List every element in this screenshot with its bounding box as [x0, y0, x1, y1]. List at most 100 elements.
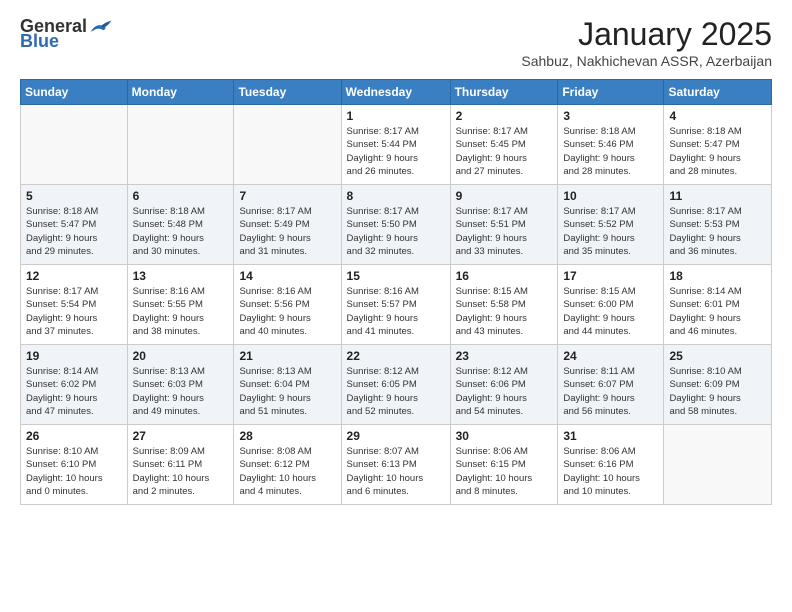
calendar-cell: 21 Sunrise: 8:13 AM Sunset: 6:04 PM Dayli…: [234, 345, 341, 425]
calendar-cell: 10 Sunrise: 8:17 AM Sunset: 5:52 PM Dayli…: [558, 185, 664, 265]
day-info: Sunrise: 8:12 AM Sunset: 6:06 PM Dayligh…: [456, 365, 553, 418]
day-number: 7: [239, 189, 335, 203]
calendar-cell: 1 Sunrise: 8:17 AM Sunset: 5:44 PM Daylig…: [341, 105, 450, 185]
weekday-header-thursday: Thursday: [450, 80, 558, 105]
calendar-cell: 6Sunrise: 8:18 AM Sunset: 5:48 PM Daylig…: [127, 185, 234, 265]
calendar-cell: 18Sunrise: 8:14 AM Sunset: 6:01 PM Dayli…: [664, 265, 772, 345]
calendar-cell: 8Sunrise: 8:17 AM Sunset: 5:50 PM Daylig…: [341, 185, 450, 265]
calendar-cell: 17Sunrise: 8:15 AM Sunset: 6:00 PM Dayli…: [558, 265, 664, 345]
day-info: Sunrise: 8:08 AM Sunset: 6:12 PM Dayligh…: [239, 445, 335, 498]
day-number: 1: [347, 109, 445, 123]
calendar-cell: 20 Sunrise: 8:13 AM Sunset: 6:03 PM Dayli…: [127, 345, 234, 425]
day-number: 10: [563, 189, 658, 203]
calendar-cell: 13 Sunrise: 8:16 AM Sunset: 5:55 PM Dayli…: [127, 265, 234, 345]
calendar-cell: [664, 425, 772, 505]
calendar-cell: 12 Sunrise: 8:17 AM Sunset: 5:54 PM Dayli…: [21, 265, 128, 345]
header: General Blue January 2025 Sahbuz, Nakhic…: [20, 16, 772, 69]
day-info: Sunrise: 8:16 AM Sunset: 5:56 PM Dayligh…: [239, 285, 335, 338]
day-info: Sunrise: 8:07 AM Sunset: 6:13 PM Dayligh…: [347, 445, 445, 498]
day-number: 15: [347, 269, 445, 283]
day-info: Sunrise: 8:11 AM Sunset: 6:07 PM Dayligh…: [563, 365, 658, 418]
weekday-header-sunday: Sunday: [21, 80, 128, 105]
day-number: 22: [347, 349, 445, 363]
day-info: Sunrise: 8:14 AM Sunset: 6:02 PM Dayligh…: [26, 365, 122, 418]
logo: General Blue: [20, 16, 113, 52]
day-number: 26: [26, 429, 122, 443]
day-info: Sunrise: 8:10 AM Sunset: 6:09 PM Dayligh…: [669, 365, 766, 418]
day-info: Sunrise: 8:17 AM Sunset: 5:53 PM Dayligh…: [669, 205, 766, 258]
page: General Blue January 2025 Sahbuz, Nakhic…: [0, 0, 792, 612]
calendar-cell: 29Sunrise: 8:07 AM Sunset: 6:13 PM Dayli…: [341, 425, 450, 505]
calendar-header-row: SundayMondayTuesdayWednesdayThursdayFrid…: [21, 80, 772, 105]
calendar-cell: 26Sunrise: 8:10 AM Sunset: 6:10 PM Dayli…: [21, 425, 128, 505]
day-info: Sunrise: 8:13 AM Sunset: 6:04 PM Dayligh…: [239, 365, 335, 418]
calendar-cell: 11 Sunrise: 8:17 AM Sunset: 5:53 PM Dayli…: [664, 185, 772, 265]
calendar-cell: 3 Sunrise: 8:18 AM Sunset: 5:46 PM Daylig…: [558, 105, 664, 185]
calendar-cell: 9 Sunrise: 8:17 AM Sunset: 5:51 PM Daylig…: [450, 185, 558, 265]
day-number: 13: [133, 269, 229, 283]
day-info: Sunrise: 8:17 AM Sunset: 5:51 PM Dayligh…: [456, 205, 553, 258]
calendar-week-row: 26Sunrise: 8:10 AM Sunset: 6:10 PM Dayli…: [21, 425, 772, 505]
calendar-cell: 16Sunrise: 8:15 AM Sunset: 5:58 PM Dayli…: [450, 265, 558, 345]
calendar-cell: 14 Sunrise: 8:16 AM Sunset: 5:56 PM Dayli…: [234, 265, 341, 345]
day-number: 3: [563, 109, 658, 123]
calendar-cell: 22 Sunrise: 8:12 AM Sunset: 6:05 PM Dayli…: [341, 345, 450, 425]
day-number: 20: [133, 349, 229, 363]
day-info: Sunrise: 8:16 AM Sunset: 5:55 PM Dayligh…: [133, 285, 229, 338]
day-info: Sunrise: 8:09 AM Sunset: 6:11 PM Dayligh…: [133, 445, 229, 498]
day-info: Sunrise: 8:18 AM Sunset: 5:48 PM Dayligh…: [133, 205, 229, 258]
day-number: 11: [669, 189, 766, 203]
calendar-cell: 30Sunrise: 8:06 AM Sunset: 6:15 PM Dayli…: [450, 425, 558, 505]
calendar-cell: 19 Sunrise: 8:14 AM Sunset: 6:02 PM Dayli…: [21, 345, 128, 425]
title-block: January 2025 Sahbuz, Nakhichevan ASSR, A…: [521, 16, 772, 69]
calendar-cell: 23 Sunrise: 8:12 AM Sunset: 6:06 PM Dayli…: [450, 345, 558, 425]
day-number: 25: [669, 349, 766, 363]
day-number: 23: [456, 349, 553, 363]
day-info: Sunrise: 8:13 AM Sunset: 6:03 PM Dayligh…: [133, 365, 229, 418]
calendar-cell: [127, 105, 234, 185]
calendar-cell: 15 Sunrise: 8:16 AM Sunset: 5:57 PM Dayli…: [341, 265, 450, 345]
day-number: 16: [456, 269, 553, 283]
calendar-week-row: 19 Sunrise: 8:14 AM Sunset: 6:02 PM Dayli…: [21, 345, 772, 425]
day-number: 19: [26, 349, 122, 363]
day-info: Sunrise: 8:06 AM Sunset: 6:16 PM Dayligh…: [563, 445, 658, 498]
day-info: Sunrise: 8:16 AM Sunset: 5:57 PM Dayligh…: [347, 285, 445, 338]
day-info: Sunrise: 8:17 AM Sunset: 5:45 PM Dayligh…: [456, 125, 553, 178]
weekday-header-saturday: Saturday: [664, 80, 772, 105]
day-info: Sunrise: 8:18 AM Sunset: 5:46 PM Dayligh…: [563, 125, 658, 178]
day-info: Sunrise: 8:17 AM Sunset: 5:54 PM Dayligh…: [26, 285, 122, 338]
day-number: 27: [133, 429, 229, 443]
day-info: Sunrise: 8:15 AM Sunset: 6:00 PM Dayligh…: [563, 285, 658, 338]
day-number: 12: [26, 269, 122, 283]
day-info: Sunrise: 8:12 AM Sunset: 6:05 PM Dayligh…: [347, 365, 445, 418]
day-number: 18: [669, 269, 766, 283]
calendar-cell: 27 Sunrise: 8:09 AM Sunset: 6:11 PM Dayli…: [127, 425, 234, 505]
day-number: 2: [456, 109, 553, 123]
day-number: 14: [239, 269, 335, 283]
day-number: 21: [239, 349, 335, 363]
day-info: Sunrise: 8:18 AM Sunset: 5:47 PM Dayligh…: [26, 205, 122, 258]
calendar-cell: [21, 105, 128, 185]
day-number: 9: [456, 189, 553, 203]
calendar-cell: 5Sunrise: 8:18 AM Sunset: 5:47 PM Daylig…: [21, 185, 128, 265]
weekday-header-friday: Friday: [558, 80, 664, 105]
weekday-header-monday: Monday: [127, 80, 234, 105]
month-title: January 2025: [521, 16, 772, 53]
day-info: Sunrise: 8:17 AM Sunset: 5:50 PM Dayligh…: [347, 205, 445, 258]
calendar-cell: 7 Sunrise: 8:17 AM Sunset: 5:49 PM Daylig…: [234, 185, 341, 265]
calendar-cell: 4Sunrise: 8:18 AM Sunset: 5:47 PM Daylig…: [664, 105, 772, 185]
weekday-header-tuesday: Tuesday: [234, 80, 341, 105]
day-number: 31: [563, 429, 658, 443]
day-number: 28: [239, 429, 335, 443]
location-subtitle: Sahbuz, Nakhichevan ASSR, Azerbaijan: [521, 53, 772, 69]
calendar-cell: [234, 105, 341, 185]
calendar-cell: 25 Sunrise: 8:10 AM Sunset: 6:09 PM Dayli…: [664, 345, 772, 425]
day-info: Sunrise: 8:17 AM Sunset: 5:49 PM Dayligh…: [239, 205, 335, 258]
day-info: Sunrise: 8:17 AM Sunset: 5:52 PM Dayligh…: [563, 205, 658, 258]
day-number: 4: [669, 109, 766, 123]
day-info: Sunrise: 8:06 AM Sunset: 6:15 PM Dayligh…: [456, 445, 553, 498]
calendar-cell: 24Sunrise: 8:11 AM Sunset: 6:07 PM Dayli…: [558, 345, 664, 425]
calendar-cell: 2 Sunrise: 8:17 AM Sunset: 5:45 PM Daylig…: [450, 105, 558, 185]
day-info: Sunrise: 8:17 AM Sunset: 5:44 PM Dayligh…: [347, 125, 445, 178]
logo-blue-text: Blue: [20, 31, 59, 52]
